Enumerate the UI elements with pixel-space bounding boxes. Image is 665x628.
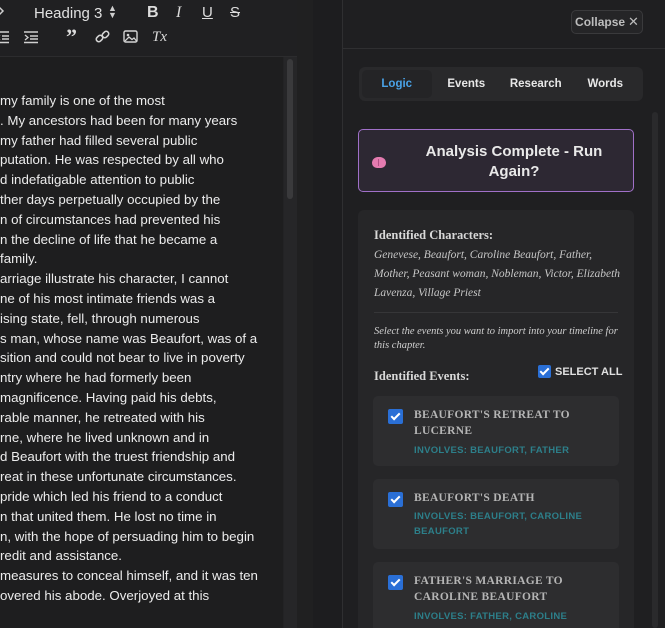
document-line: rable manner, he retreated with his [0,409,205,425]
paragraph-select-chevron-icon[interactable] [0,4,6,23]
document-line: s man, whose name was Beaufort, was of a [0,330,258,346]
divider [374,312,618,313]
clear-format-icon[interactable]: Tx [152,28,167,46]
tab-words[interactable]: Words [571,70,641,98]
document-line: family. [0,251,38,267]
document-body[interactable]: my family is one of the most . My ancesto… [0,57,283,628]
event-title: Beaufort's retreat to Lucerne [414,409,570,437]
analysis-results: Identified Characters: Genevese, Beaufor… [358,210,634,628]
italic-button[interactable]: I [176,4,181,22]
select-all-label: SELECT ALL [555,365,623,378]
document-line: putation. He was respected by all who [0,152,224,168]
underline-button[interactable]: U [202,4,213,22]
event-title: Beaufort's death [414,492,535,504]
quote-icon[interactable]: ” [66,26,77,48]
event-involves: INVOLVES: BEAUFORT, FATHER [414,445,570,456]
document-line: sition and could not bear to live in pov… [0,350,245,366]
events-title: Identified Events: [374,369,470,383]
indent-icon[interactable] [24,30,39,49]
panel-spacer [313,0,343,628]
document-line: pride which led his friend to a conduct [0,488,223,504]
panel-scrollbar[interactable] [652,112,658,628]
events-hint: Select the events you want to import int… [374,326,618,351]
document-line: magnificence. Having paid his debts, [0,389,217,405]
bold-button[interactable]: B [147,4,159,22]
document-line: measures to conceal himself, and it was … [0,568,258,584]
characters-list: Genevese, Beaufort, Caroline Beaufort, F… [374,249,621,299]
brain-icon [372,157,386,168]
outdent-icon[interactable] [0,30,10,49]
document-line: n of circumstances had prevented his [0,211,221,227]
strikethrough-button[interactable]: S [230,4,240,22]
document-line: n, with the hope of persuading him to be… [0,528,255,544]
document-line: my father had filled several public [0,132,198,148]
document-line: overed his abode. Overjoyed at this [0,587,210,603]
editor-scrollbar[interactable] [284,57,297,628]
event-title: Father's marriage to Caroline Beaufort [414,575,563,603]
event-checkbox[interactable] [388,575,403,590]
link-icon[interactable] [95,30,110,50]
collapse-label: Collapse [575,15,626,29]
event-card[interactable]: Father's marriage to Caroline Beaufort I… [373,562,619,628]
editor-toolbar: Heading 3 ▲ ▼ B I U S ” Tx [0,0,297,57]
document-line: arriage illustrate his character, I cann… [0,271,229,287]
event-card[interactable]: Beaufort's retreat to Lucerne INVOLVES: … [373,396,619,466]
editor-pane: Heading 3 ▲ ▼ B I U S ” Tx my family is o… [0,0,297,628]
document-line: rne, where he lived unknown and in [0,429,210,445]
select-all-checkbox[interactable]: SELECT ALL [538,365,622,378]
document-line: ntry where he had formerly been [0,370,192,386]
document-line: ne of his most intimate friends was a [0,290,216,306]
document-line: d Beaufort with the truest friendship an… [0,449,236,465]
run-analysis-button[interactable]: Analysis Complete - Run Again? [358,129,634,192]
image-icon[interactable] [123,30,138,49]
pane-divider[interactable] [297,0,313,628]
clear-format-label: Tx [152,29,167,45]
heading-select-arrows-icon[interactable]: ▲ ▼ [108,4,117,20]
checkbox-checked-icon [538,365,551,378]
heading-select[interactable]: Heading 3 [34,5,102,22]
event-checkbox[interactable] [388,492,403,507]
tab-logic[interactable]: Logic [362,70,432,98]
document-line: reat in these unfortunate circumstances. [0,469,237,485]
document-line: d indefatigable attention to public [0,172,195,188]
document-line: n the decline of life that he became a [0,231,218,247]
event-involves: INVOLVES: FATHER, CAROLINE [414,611,568,622]
close-icon: ✕ [628,14,639,29]
run-analysis-label: Analysis Complete - Run Again? [425,143,603,180]
editor-scrollbar-thumb[interactable] [287,59,293,199]
document-line: ising state, fell, through numerous [0,310,200,326]
panel-tabs: Logic Events Research Words [359,67,643,101]
event-card[interactable]: Beaufort's death INVOLVES: BEAUFORT, CAR… [373,479,619,549]
document-line: . My ancestors had been for many years [0,112,238,128]
document-line: redit and assistance. [0,548,122,564]
document-line: n that united them. He lost no time in [0,508,217,524]
document-line: my family is one of the most [0,93,165,108]
tab-research[interactable]: Research [501,70,571,98]
characters-title: Identified Characters: [374,228,494,242]
analysis-panel: Collapse ✕ Logic Events Research Words A… [343,0,665,628]
document-line: ther days perpetually occupied by the [0,191,221,207]
collapse-button[interactable]: Collapse ✕ [571,10,643,34]
panel-header: Collapse ✕ [343,0,665,49]
event-involves: INVOLVES: BEAUFORT, CAROLINE BEAUFORT [414,511,583,537]
tab-events[interactable]: Events [432,70,502,98]
event-checkbox[interactable] [388,409,403,424]
document-text: my family is one of the most . My ancesto… [0,91,283,606]
